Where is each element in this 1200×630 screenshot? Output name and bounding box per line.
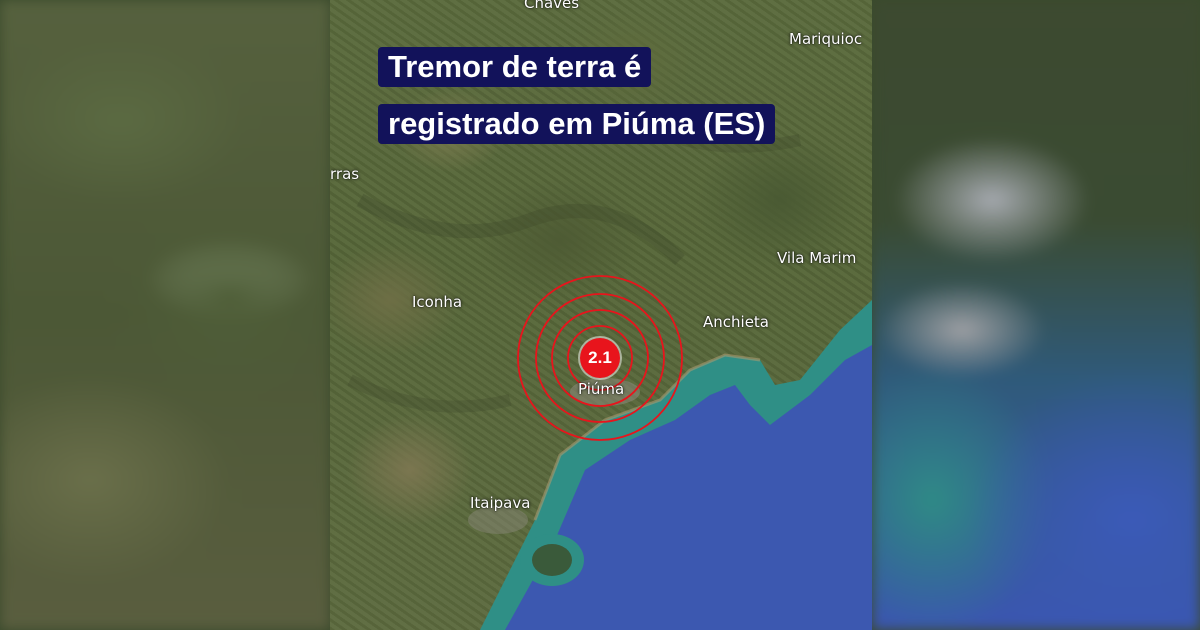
blurred-background-right — [872, 0, 1200, 630]
satellite-map[interactable]: Chaves Mariquioc rras Iconha Vila Marim … — [330, 0, 872, 630]
blurred-background-left — [0, 0, 330, 630]
place-label-chaves: Chaves — [524, 0, 580, 12]
place-label-itaipava: Itaipava — [470, 494, 531, 512]
place-label-vila-marim: Vila Marim — [777, 249, 857, 267]
place-label-piuma: Piúma — [578, 380, 625, 398]
magnitude-badge[interactable]: 2.1 — [580, 338, 620, 378]
headline-line-2: registrado em Piúma (ES) — [378, 104, 776, 144]
place-label-anchieta: Anchieta — [703, 313, 769, 331]
headline-text-1: Tremor de terra é — [378, 47, 652, 87]
place-label-mariquioca: Mariquioc — [789, 30, 863, 48]
headline-line-1: Tremor de terra é — [378, 47, 652, 87]
map-terrain-ocean — [347, 114, 872, 630]
headline-text-2: registrado em Piúma (ES) — [378, 104, 776, 144]
place-label-iconha: Iconha — [412, 293, 463, 311]
place-label-terras: rras — [330, 165, 360, 183]
